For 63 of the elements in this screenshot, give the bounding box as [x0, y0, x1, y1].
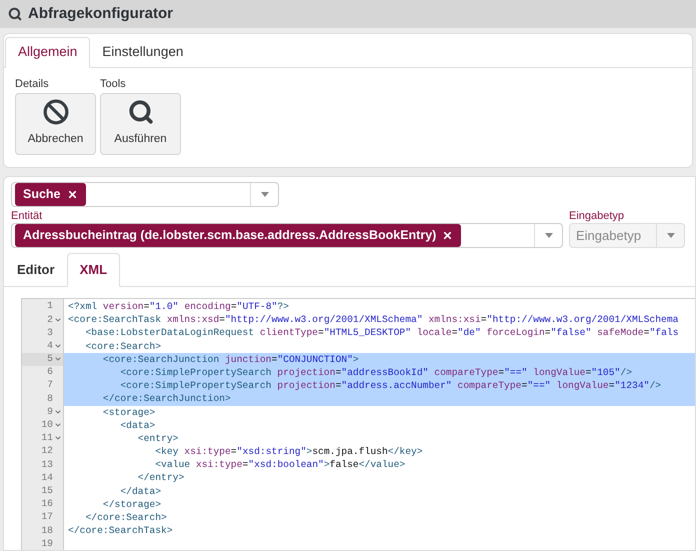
code-line: <entry> — [136, 432, 180, 446]
search-icon — [8, 7, 22, 21]
entity-select[interactable]: Adressbucheintrag (de.lobster.scm.base.address.AddressBookEntry) — [11, 223, 563, 248]
line-number: 1 — [47, 299, 53, 314]
line-number: 13 — [41, 458, 53, 472]
caret-icon[interactable] — [260, 192, 268, 197]
code-line: </storage> — [102, 498, 162, 511]
fold-icon[interactable] — [54, 316, 62, 324]
code-line: <?xml version="1.0" encoding="UTF-8"?> — [67, 300, 290, 314]
line-number: 10 — [41, 418, 53, 432]
code-line: <data> — [119, 418, 156, 432]
cancel-icon — [42, 99, 68, 126]
line-number: 11 — [41, 431, 53, 446]
line-number: 16 — [41, 497, 53, 512]
caret-icon[interactable] — [666, 233, 674, 238]
code-line: </core:Search> — [84, 511, 168, 524]
code-line: </entry> — [136, 471, 186, 485]
code-line: <value xsi:type="xsd:boolean">false</value> — [154, 458, 406, 472]
fold-icon[interactable] — [54, 421, 62, 430]
tab[interactable]: Editor — [5, 253, 67, 286]
line-number: 17 — [41, 510, 53, 524]
field-label: Entität — [11, 209, 44, 223]
code-line: <storage> — [102, 406, 156, 419]
line-number: 2 — [47, 312, 53, 327]
code-line: <base:LobsterDataLoginRequest clientType="HTML5_DESKTOP" locale="de" forceLogin="false" safeMode="fals — [84, 326, 680, 340]
line-number: 5 — [47, 352, 53, 366]
group-label: Tools — [100, 79, 127, 90]
field-label: Eingabetyp — [569, 209, 626, 223]
toolbar-button[interactable]: Abbrechen — [15, 93, 96, 155]
line-number: 18 — [41, 524, 53, 538]
line-number: 4 — [47, 338, 53, 353]
window-title: Abfragekonfigurator — [28, 4, 174, 24]
fold-icon[interactable] — [54, 342, 62, 350]
code-line: <core:Search> — [84, 340, 162, 353]
caret-icon[interactable] — [544, 233, 552, 238]
remove-icon[interactable] — [66, 189, 78, 200]
line-number: 9 — [47, 404, 53, 419]
line-number: 8 — [47, 392, 53, 406]
tab[interactable]: Allgemein — [5, 37, 90, 68]
tag-chip: Suche — [15, 183, 86, 206]
code-line: <core:SearchTask xmlns:xsd="http://www.w3.org/2001/XMLSchema" xmlns:xsi="http://www.w3.org/2001/XMLSchema — [67, 313, 680, 326]
line-number: 15 — [41, 484, 53, 498]
line-number: 12 — [41, 444, 53, 458]
line-number: 3 — [47, 326, 53, 340]
code-editor[interactable] — [21, 298, 695, 550]
line-number: 6 — [47, 365, 53, 380]
remove-icon[interactable] — [442, 230, 454, 241]
tab[interactable]: XML — [66, 253, 120, 287]
line-number: 14 — [41, 470, 53, 485]
toolbar-button[interactable]: Ausführen — [100, 93, 181, 155]
line-number: 19 — [41, 536, 53, 550]
tab[interactable]: Einstellungen — [90, 37, 196, 67]
group-label: Details — [15, 79, 50, 90]
search-icon — [128, 99, 154, 126]
code-line: <key xsi:type="xsd:string">scm.jpa.flush</key> — [154, 445, 424, 458]
tag-chip: Adressbucheintrag (de.lobster.scm.base.address.AddressBookEntry) — [15, 224, 462, 247]
fold-icon[interactable] — [54, 408, 62, 416]
query-select[interactable]: Suche — [11, 182, 279, 207]
code-line: </data> — [119, 484, 162, 498]
fold-icon[interactable] — [54, 434, 62, 442]
code-line: </core:SearchTask> — [67, 524, 174, 538]
fold-icon[interactable] — [54, 355, 62, 364]
line-number: 7 — [47, 378, 53, 392]
